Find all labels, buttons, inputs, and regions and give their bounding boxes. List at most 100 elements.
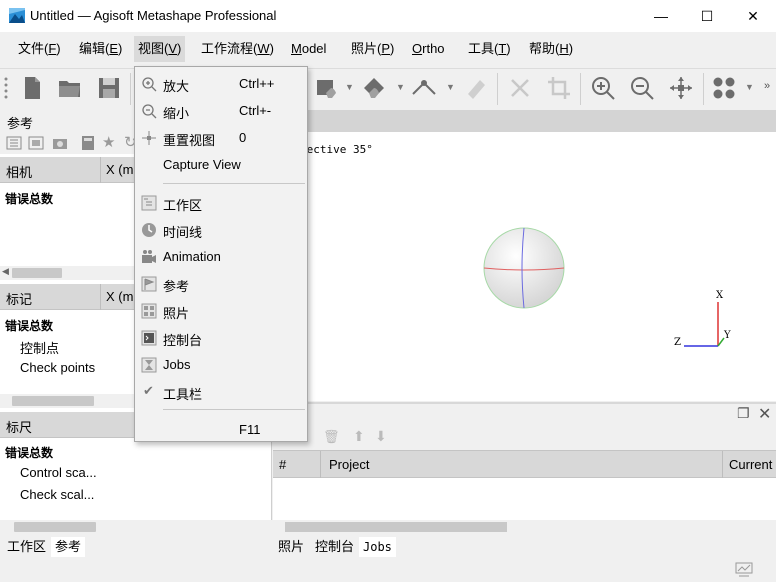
column-number[interactable]: # <box>279 457 286 472</box>
menu-item-photos[interactable]: 照片 <box>135 298 307 324</box>
chevron-down-icon[interactable]: ▼ <box>345 82 354 92</box>
menu-help[interactable]: 帮助(H) <box>525 36 577 62</box>
perspective-caption: pective 35° <box>300 143 373 156</box>
menu-item-fullscreen[interactable]: F11 <box>135 417 307 443</box>
jobs-list[interactable] <box>273 478 776 520</box>
menu-item-zoom-out[interactable]: 缩小 Ctrl+- <box>135 98 307 124</box>
maximize-button[interactable]: ☐ <box>684 0 730 32</box>
menu-ortho[interactable]: Ortho <box>408 36 449 62</box>
menu-item-console[interactable]: 控制台 <box>135 325 307 351</box>
trackball-sphere[interactable] <box>482 226 566 310</box>
menu-item-workspace[interactable]: 工作区 <box>135 190 307 216</box>
scale-error-total: 错误总数 <box>5 446 54 460</box>
metashape-app-icon <box>9 8 25 23</box>
scale-column-header[interactable]: 标尺 <box>6 417 32 436</box>
menu-view[interactable]: 视图(V) <box>134 36 186 62</box>
tab-photos[interactable]: 照片 <box>274 537 308 557</box>
scroll-thumb[interactable] <box>285 522 507 532</box>
close-pane-icon[interactable]: ✕ <box>758 404 771 424</box>
toolbar-grip-icon[interactable] <box>4 76 8 102</box>
menu-bar: 文件(F) 编辑(E) 视图(V) 工作流程(W) Model 照片(P) Or… <box>0 34 776 64</box>
marker-error-total: 错误总数 <box>5 319 54 333</box>
new-document-icon[interactable] <box>18 74 46 102</box>
close-window-button[interactable]: ✕ <box>730 0 776 32</box>
tab-reference[interactable]: 参考 <box>51 537 86 557</box>
eraser-icon[interactable] <box>462 74 490 102</box>
pane-title: 参考 <box>7 116 34 131</box>
zoom-in-icon <box>142 77 157 92</box>
chevron-down-icon[interactable]: ▼ <box>446 82 455 92</box>
import-icon[interactable] <box>6 135 22 151</box>
menu-item-jobs[interactable]: Jobs <box>135 352 307 378</box>
menu-workflow[interactable]: 工作流程(W) <box>197 36 278 62</box>
menu-item-timeline[interactable]: 时间线 <box>135 217 307 243</box>
tab-workspace[interactable]: 工作区 <box>3 537 50 557</box>
menu-edit[interactable]: 编辑(E) <box>75 36 126 62</box>
ruler-tool-icon[interactable] <box>410 74 438 102</box>
menu-separator <box>163 409 305 410</box>
window-title: Untitled — Agisoft Metashape Professiona… <box>30 8 277 23</box>
menu-separator <box>163 183 305 184</box>
resize-grip-icon[interactable] <box>735 562 753 578</box>
column-current[interactable]: Current <box>729 457 772 472</box>
timeline-icon <box>142 223 156 237</box>
tab-console[interactable]: 控制台 <box>311 537 358 557</box>
scroll-left-icon[interactable]: ◀ <box>2 266 9 277</box>
menu-item-zoom-in[interactable]: 放大 Ctrl++ <box>135 71 307 97</box>
save-icon[interactable] <box>95 74 123 102</box>
minimize-button[interactable]: — <box>638 0 684 32</box>
viewport-tab-bar <box>273 110 776 132</box>
menu-tools[interactable]: 工具(T) <box>464 36 515 62</box>
view-menu-dropdown: 放大 Ctrl++ 缩小 Ctrl+- 重置视图 0 Capture View … <box>134 66 308 442</box>
move-object-icon[interactable] <box>360 74 388 102</box>
menu-photos[interactable]: 照片(P) <box>347 36 398 62</box>
move-down-icon[interactable]: ⬇ <box>375 428 387 445</box>
x-column-header[interactable]: X (m <box>106 289 133 304</box>
chevron-down-icon[interactable]: ▼ <box>745 82 754 92</box>
tab-jobs[interactable]: Jobs <box>359 537 396 557</box>
jobs-hscrollbar[interactable] <box>273 520 776 534</box>
float-pane-icon[interactable]: ❐ <box>737 405 750 422</box>
camera-icon[interactable] <box>52 135 68 151</box>
show-points-icon[interactable] <box>710 74 738 102</box>
menu-model[interactable]: Model <box>287 36 330 62</box>
checkmark-icon: ✔ <box>143 383 154 398</box>
control-scale-item[interactable]: Control sca... <box>20 465 97 480</box>
reset-view-icon[interactable] <box>667 74 695 102</box>
toolbar-overflow-icon[interactable]: » <box>764 80 770 92</box>
column-project[interactable]: Project <box>329 457 369 472</box>
export-icon[interactable] <box>28 135 44 151</box>
jobs-toolbar: 🗑 ⬆ ⬇ <box>273 428 776 450</box>
star-icon[interactable]: ★ <box>102 133 115 151</box>
scroll-thumb[interactable] <box>12 396 94 406</box>
check-points-item[interactable]: Check points <box>20 360 95 375</box>
toolbar-separator <box>580 73 581 105</box>
check-scale-item[interactable]: Check scal... <box>20 487 94 502</box>
camera-column-header[interactable]: 相机 <box>6 162 32 181</box>
delete-icon[interactable] <box>506 74 534 102</box>
menu-item-reset-view[interactable]: 重置视图 0 <box>135 125 307 151</box>
scale-hscrollbar[interactable] <box>0 520 272 534</box>
calculator-icon[interactable] <box>80 135 96 151</box>
delete-job-icon[interactable]: 🗑 <box>323 429 340 445</box>
menu-item-reference[interactable]: 参考 <box>135 271 307 297</box>
menu-item-animation[interactable]: Animation <box>135 244 307 270</box>
jobs-pane-header: ❐ ✕ <box>273 402 776 428</box>
zoom-out-icon[interactable] <box>628 74 656 102</box>
toolbar-separator <box>130 73 131 105</box>
open-folder-icon[interactable] <box>56 74 84 102</box>
menu-item-toolbar[interactable]: ✔ 工具栏 <box>135 379 307 405</box>
marker-column-header[interactable]: 标记 <box>6 289 32 308</box>
crop-icon[interactable] <box>545 74 573 102</box>
chevron-down-icon[interactable]: ▼ <box>396 82 405 92</box>
x-column-header[interactable]: X (m <box>106 162 133 177</box>
scroll-thumb[interactable] <box>12 268 62 278</box>
menu-file[interactable]: 文件(F) <box>14 36 65 62</box>
zoom-in-icon[interactable] <box>589 74 617 102</box>
rectangle-select-icon[interactable] <box>314 74 342 102</box>
move-up-icon[interactable]: ⬆ <box>353 428 365 445</box>
control-points-item[interactable]: 控制点 <box>20 338 59 357</box>
scroll-thumb[interactable] <box>14 522 96 532</box>
axis-y-label: Y <box>724 330 731 341</box>
menu-item-capture-view[interactable]: Capture View <box>135 152 307 178</box>
